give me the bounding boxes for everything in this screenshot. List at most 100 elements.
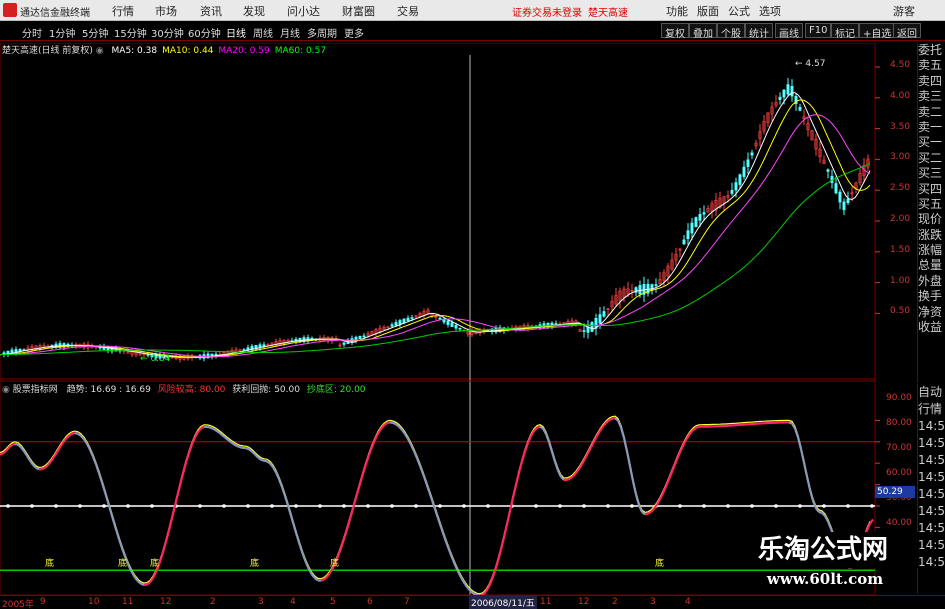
ticker-row-6[interactable]: 14:50 [918,486,945,503]
signal-segment [661,486,668,494]
signal-segment [157,555,164,566]
tab-weekly[interactable]: 周线 [253,25,273,40]
quote-row-1[interactable]: 卖五 [918,58,945,73]
ticker-row-7[interactable]: 14:50 [918,503,945,520]
signal-segment [131,571,136,579]
signal-segment [433,508,440,519]
signal-segment [673,456,680,465]
tab-multi[interactable]: 多周期 [307,25,337,40]
candle-body [750,152,754,156]
quote-row-16[interactable]: 换手 [918,289,945,304]
tab-30min[interactable]: 30分钟 [151,25,184,40]
quote-row-17[interactable]: 净资 [918,305,945,320]
tool-back[interactable]: 返回 [893,23,921,40]
quote-row-11[interactable]: 现价 [918,212,945,227]
menu-item-guest[interactable]: 游客 [893,3,915,19]
menu-item-options[interactable]: 选项 [759,3,781,19]
menu-item-trade[interactable]: 交易 [397,3,419,19]
quote-row-0[interactable]: 委托 [918,43,945,58]
quote-row-3[interactable]: 卖三 [918,89,945,104]
ticker-row-9[interactable]: 14:50 [918,537,945,554]
quote-row-8[interactable]: 买三 [918,166,945,181]
menu-item-markets[interactable]: 市场 [155,3,177,19]
signal-segment [430,499,437,510]
menu-item-formula[interactable]: 公式 [728,3,750,19]
candle-body [458,327,462,330]
tab-60min[interactable]: 60分钟 [188,25,221,40]
tab-intraday[interactable]: 分时 [22,25,42,40]
ticker-row-4[interactable]: 14:50 [918,452,945,469]
tab-more[interactable]: 更多 [344,25,364,40]
indicator-settings-icon[interactable]: ◉ [2,385,10,395]
tab-monthly[interactable]: 月线 [280,25,300,40]
menu-item-ask[interactable]: 问小达 [287,3,320,19]
tool-stock[interactable]: 个股 [717,23,745,40]
signal-segment [239,446,244,450]
tool-rights[interactable]: 复权 [661,23,689,40]
login-notice[interactable]: 证券交易未登录 [512,4,582,19]
tool-mark[interactable]: 标记 [831,23,859,40]
ticker-row-2[interactable]: 14:50 [918,418,945,435]
indicator-header: ◉ 股票指标网 趋势: 16.69 : 16.69 风险较高: 80.00 获利… [2,382,366,395]
ticker-row-5[interactable]: 14:50 [918,469,945,486]
profit-dot [294,504,298,508]
quote-row-9[interactable]: 买四 [918,182,945,197]
quote-row-10[interactable]: 买五 [918,197,945,212]
menu-item-news[interactable]: 资讯 [200,3,222,19]
quote-row-2[interactable]: 卖四 [918,74,945,89]
signal-segment [172,497,179,511]
candle-body [394,322,398,326]
menu-item-wealth[interactable]: 财富圈 [342,3,375,19]
quote-row-4[interactable]: 卖二 [918,105,945,120]
tab-5min[interactable]: 5分钟 [82,25,108,40]
profit-dot [390,504,394,508]
menu-item-function[interactable]: 功能 [666,3,688,19]
signal-segment [799,448,806,463]
quote-row-13[interactable]: 涨幅 [918,243,945,258]
candle-body [742,166,746,177]
ticker-row-10[interactable]: 14:50 [918,554,945,571]
x-label: 3 [650,597,656,607]
quote-row-14[interactable]: 总量 [918,258,945,273]
quote-row-12[interactable]: 涨跌 [918,228,945,243]
signal-segment [499,537,506,550]
tool-draw[interactable]: 画线 [775,23,803,40]
x-label: 2005年 [2,600,34,609]
signal-segment [337,544,344,555]
tool-add-watch[interactable]: +自选 [859,23,896,40]
profit-dot [534,504,538,508]
signal-segment [109,512,116,523]
ticker-row-0[interactable]: 自动 [918,384,945,401]
bottom-zone-value: 20.00 [339,385,366,395]
menu-item-discover[interactable]: 发现 [243,3,265,19]
profit-dot [798,504,802,508]
tool-f10[interactable]: F10 [805,23,832,38]
ticker-row-3[interactable]: 14:50 [918,435,945,452]
signal-segment [544,433,551,443]
tool-overlay[interactable]: 叠加 [689,23,717,40]
quote-row-7[interactable]: 买二 [918,151,945,166]
chart-canvas[interactable]: ← 4.57 ← 0.34 底 底 底 底 底 底 [0,43,917,595]
candle-body [846,198,850,204]
quote-row-5[interactable]: 卖一 [918,120,945,135]
ticker-row-1[interactable]: 行情 [918,401,945,418]
signal-segment [490,570,497,580]
menu-item-layout[interactable]: 版面 [697,3,719,19]
ticker-row-8[interactable]: 14:50 [918,520,945,537]
profit-dot [558,504,562,508]
quote-row-15[interactable]: 外盘 [918,274,945,289]
signal-segment [523,442,530,452]
quote-row-18[interactable]: 收益 [918,320,945,335]
menu-item-market[interactable]: 行情 [112,3,134,19]
quote-row-6[interactable]: 买一 [918,135,945,150]
tab-1min[interactable]: 1分钟 [49,25,75,40]
tab-15min[interactable]: 15分钟 [114,25,147,40]
signal-segment [412,450,419,459]
tool-stats[interactable]: 统计 [745,23,773,40]
price-tick: 4.50 [890,60,911,70]
watermark-url: www.60lt.com [766,570,884,588]
signal-segment [209,426,214,430]
signal-segment [796,436,803,450]
signal-segment [277,478,284,488]
tab-daily[interactable]: 日线 [226,25,246,40]
